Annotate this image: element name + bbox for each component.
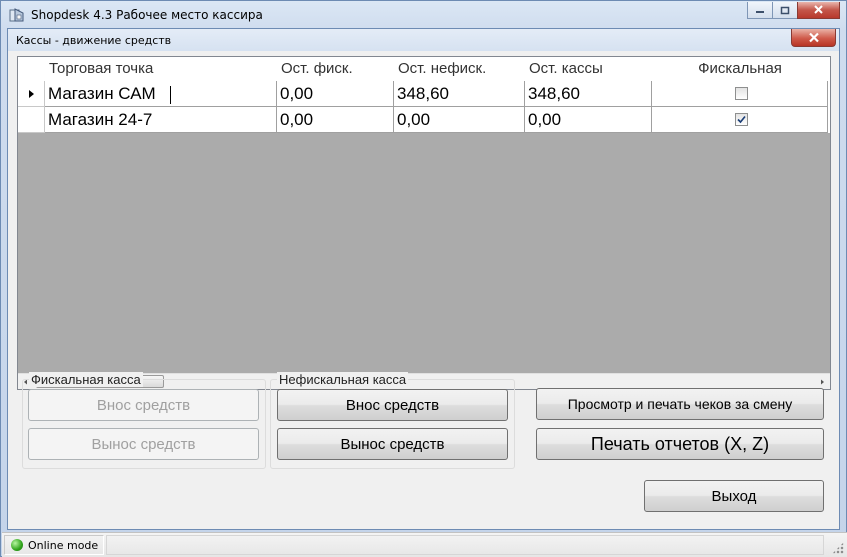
cell-store[interactable]: Магазин САМ (45, 81, 277, 107)
app-window: Shopdesk 4.3 Рабочее место кассира Кассы… (0, 0, 847, 557)
column-header-is-fiscal[interactable]: Фискальная (652, 57, 828, 81)
fiscal-cash-in-button[interactable]: Внос средств (28, 389, 259, 421)
text-caret (170, 86, 171, 104)
window-caption-buttons (747, 2, 840, 19)
maximize-button[interactable] (772, 2, 798, 19)
row-header[interactable] (18, 81, 45, 107)
close-icon (814, 5, 823, 14)
cell-nonfiscal-balance[interactable]: 0,00 (394, 107, 525, 133)
fiscal-cash-group-label: Фискальная касса (29, 372, 143, 387)
minimize-icon (756, 11, 764, 13)
app-titlebar[interactable]: Shopdesk 4.3 Рабочее место кассира (1, 1, 846, 29)
view-print-receipts-button[interactable]: Просмотр и печать чеков за смену (536, 388, 824, 420)
cell-fiscal-balance[interactable]: 0,00 (277, 81, 394, 107)
exit-button[interactable]: Выход (644, 480, 824, 512)
row-header[interactable] (18, 107, 45, 133)
cash-movement-dialog: Кассы - движение средств Торговая точка … (7, 28, 840, 530)
cell-cash-balance[interactable]: 348,60 (525, 81, 652, 107)
table-row[interactable]: Магазин 24-7 0,00 0,00 0,00 (18, 107, 830, 133)
app-title: Shopdesk 4.3 Рабочее место кассира (31, 8, 263, 22)
cell-is-fiscal[interactable] (652, 81, 828, 107)
close-icon (808, 32, 819, 43)
grid-body: Торговая точка Ост. фиск. Ост. нефиск. О… (18, 57, 830, 373)
nonfiscal-cash-in-button[interactable]: Внос средств (277, 389, 508, 421)
table-row[interactable]: Магазин САМ 0,00 348,60 348,60 (18, 81, 830, 107)
resize-grip-icon[interactable] (832, 542, 844, 554)
minimize-button[interactable] (747, 2, 773, 19)
grid-header: Торговая точка Ост. фиск. Ост. нефиск. О… (18, 57, 830, 81)
nonfiscal-cash-out-button[interactable]: Вынос средств (277, 428, 508, 460)
column-header-store[interactable]: Торговая точка (45, 57, 277, 81)
status-bar: Online mode (2, 532, 847, 557)
fiscal-cash-out-button[interactable]: Вынос средств (28, 428, 259, 460)
cell-nonfiscal-balance[interactable]: 348,60 (394, 81, 525, 107)
column-header-cash-balance[interactable]: Ост. кассы (525, 57, 652, 81)
dialog-close-button[interactable] (791, 29, 836, 47)
dialog-title: Кассы - движение средств (16, 34, 172, 47)
dialog-titlebar[interactable]: Кассы - движение средств (8, 29, 839, 51)
fiscal-checkbox-checked[interactable] (734, 113, 748, 126)
online-status-icon (11, 539, 23, 551)
app-close-button[interactable] (797, 2, 840, 19)
cell-store-text: Магазин САМ (48, 84, 156, 103)
checkmark-icon (736, 115, 746, 124)
print-reports-button[interactable]: Печать отчетов (X, Z) (536, 428, 824, 460)
current-row-arrow-icon (29, 90, 34, 98)
status-pane-empty (106, 535, 824, 555)
cell-is-fiscal[interactable] (652, 107, 828, 133)
cell-cash-balance[interactable]: 0,00 (525, 107, 652, 133)
chevron-right-icon (821, 379, 824, 385)
fiscal-checkbox-unchecked[interactable] (734, 87, 748, 100)
cell-store[interactable]: Магазин 24-7 (45, 107, 277, 133)
cell-fiscal-balance[interactable]: 0,00 (277, 107, 394, 133)
restore-icon (780, 6, 790, 14)
column-header-fiscal-balance[interactable]: Ост. фиск. (277, 57, 394, 81)
status-pane-mode: Online mode (4, 535, 104, 555)
shopdesk-app-icon[interactable] (9, 7, 25, 23)
nonfiscal-cash-group-label: Нефискальная касса (277, 372, 409, 387)
column-header-nonfiscal-balance[interactable]: Ост. нефиск. (394, 57, 525, 81)
status-mode-text: Online mode (28, 538, 99, 552)
cash-registers-grid[interactable]: Торговая точка Ост. фиск. Ост. нефиск. О… (17, 56, 831, 390)
